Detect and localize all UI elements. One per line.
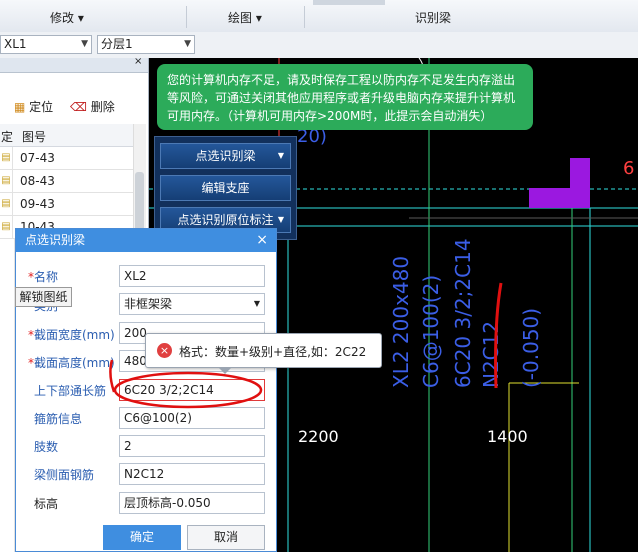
chevron-down-icon: ▼ bbox=[253, 299, 260, 308]
toast-message: 您的计算机内存不足，请及时保存工程以防内存不足发生内存溢出等风险，可通过关闭其他… bbox=[167, 73, 516, 123]
chevron-down-icon: ▼ bbox=[184, 39, 191, 49]
elevation-input[interactable]: 层顶标高-0.050 bbox=[119, 492, 265, 514]
dialog-titlebar: 点选识别梁 × bbox=[16, 229, 276, 252]
cancel-button[interactable]: 取消 bbox=[187, 525, 265, 550]
table-row[interactable]: ▤ 08-43 bbox=[0, 170, 133, 193]
beam-annotation: N2C12 bbox=[479, 320, 503, 388]
identify-beam-menu: 点选识别梁 ▼ 编辑支座 点选识别原位标注 ▼ bbox=[154, 136, 297, 240]
error-icon: × bbox=[157, 343, 172, 358]
menu-identify-beam[interactable]: 识别梁 bbox=[415, 9, 451, 26]
table-row[interactable]: ▤ 07-43 bbox=[0, 147, 133, 170]
close-icon[interactable]: × bbox=[256, 229, 268, 252]
table-row[interactable]: ▤ 09-43 bbox=[0, 193, 133, 216]
beam-annotation: C6@100(2) bbox=[419, 274, 443, 388]
element-select[interactable]: XL1 ▼ bbox=[0, 35, 92, 54]
panel-toolbar: ▦ 定位 ⌫ 删除 bbox=[0, 92, 148, 118]
red-markup-ellipse bbox=[113, 371, 263, 409]
field-label-through-rebar: 上下部通长筋 bbox=[34, 384, 107, 398]
table-header: 定 图号 bbox=[0, 124, 133, 147]
ribbon-divider bbox=[304, 6, 305, 28]
ribbon-bar: 修改 ▾ 绘图 ▾ 识别梁 bbox=[0, 0, 638, 33]
close-icon[interactable]: × bbox=[134, 56, 142, 67]
delete-button[interactable]: ⌫ 删除 bbox=[70, 98, 115, 115]
combo-toolbar: XL1 ▼ 分层1 ▼ bbox=[0, 32, 638, 59]
chevron-down-icon: ▼ bbox=[81, 39, 88, 49]
ribbon-tab-highlight bbox=[313, 0, 385, 5]
category-select[interactable]: 非框架梁 ▼ bbox=[119, 293, 265, 315]
unlock-drawing-tooltip: 解锁图纸 bbox=[15, 287, 72, 307]
side-rebar-input[interactable]: N2C12 bbox=[119, 463, 265, 485]
cad-fragment: 6 bbox=[623, 158, 635, 179]
row-icon: ▤ bbox=[0, 147, 13, 169]
field-label-stirrup: 箍筋信息 bbox=[34, 412, 83, 426]
field-label-legs: 肢数 bbox=[34, 440, 59, 454]
field-label-side-rebar: 梁侧面钢筋 bbox=[34, 468, 95, 482]
memory-warning-toast: 您的计算机内存不足，请及时保存工程以防内存不足发生内存溢出等风险，可通过关闭其他… bbox=[157, 64, 533, 130]
beam-annotation: XL2 200x480 bbox=[389, 255, 413, 388]
row-gutter bbox=[0, 239, 15, 552]
dimension-label: 1400 bbox=[487, 427, 528, 446]
stirrup-input[interactable]: C6@100(2) bbox=[119, 407, 265, 429]
field-label-name: *名称 bbox=[28, 270, 59, 284]
edit-support-button[interactable]: 编辑支座 bbox=[160, 175, 291, 201]
row-icon: ▤ bbox=[0, 216, 13, 238]
dimension-label: 2200 bbox=[298, 427, 339, 446]
cad-column bbox=[529, 158, 590, 208]
legs-input[interactable]: 2 bbox=[119, 435, 265, 457]
delete-icon: ⌫ bbox=[70, 100, 87, 114]
row-icon: ▤ bbox=[0, 170, 13, 192]
ok-button[interactable]: 确定 bbox=[103, 525, 181, 550]
panel-header: × bbox=[0, 56, 148, 73]
ribbon-divider bbox=[186, 6, 187, 28]
column-header: 定 bbox=[1, 130, 14, 144]
red-markup-stroke bbox=[109, 359, 116, 393]
column-header-drawing: 图号 bbox=[22, 130, 47, 144]
format-error-tooltip: × 格式：数量+级别+直径,如：2C22 bbox=[145, 333, 382, 374]
name-input[interactable]: XL2 bbox=[119, 265, 265, 287]
layer-select[interactable]: 分层1 ▼ bbox=[97, 35, 195, 54]
locate-icon: ▦ bbox=[14, 100, 26, 114]
field-label-elevation: 标高 bbox=[34, 497, 59, 511]
locate-button[interactable]: ▦ 定位 bbox=[14, 98, 53, 115]
pick-identify-beam-button[interactable]: 点选识别梁 ▼ bbox=[160, 143, 291, 169]
beam-annotation: 6C20 3/2;2C14 bbox=[451, 238, 475, 388]
beam-annotation: (-0.050) bbox=[519, 307, 543, 388]
menu-draw[interactable]: 绘图 ▾ bbox=[228, 9, 262, 26]
tooltip-pointer bbox=[218, 367, 232, 374]
dialog-title: 点选识别梁 bbox=[25, 233, 86, 247]
error-message: 格式：数量+级别+直径,如：2C22 bbox=[179, 345, 367, 359]
menu-modify[interactable]: 修改 ▾ bbox=[50, 9, 84, 26]
row-icon: ▤ bbox=[0, 193, 13, 215]
